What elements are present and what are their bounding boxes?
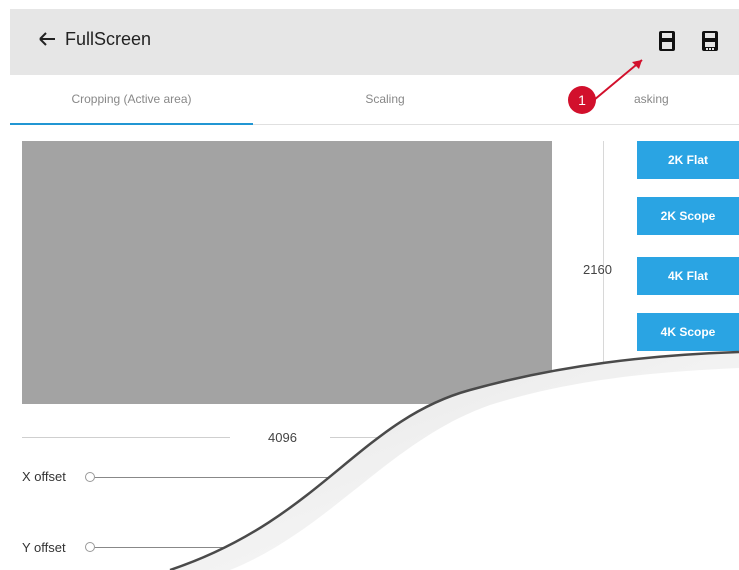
arrow-left-icon[interactable] [37,29,57,49]
callout-marker: 1 [568,86,596,114]
callout-arrow [593,59,643,101]
x-offset-label: X offset [22,469,66,484]
height-value: 2160 [583,262,612,277]
preset-4k-flat-button[interactable]: 4K Flat [637,257,739,295]
x-offset-value: 0 [388,461,396,476]
tab-scaling[interactable]: Scaling [260,75,510,125]
save-as-button[interactable] [701,30,719,52]
y-offset-slider-track[interactable] [95,547,345,548]
preset-4k-scope-button[interactable]: 4K Scope [637,313,739,351]
y-offset-label: Y offset [22,540,66,555]
x-offset-slider-thumb[interactable] [85,472,95,482]
width-dimension-line-left [22,437,230,438]
save-button[interactable] [658,30,676,52]
crop-preview[interactable] [22,141,552,404]
preset-2k-flat-button[interactable]: 2K Flat [637,141,739,179]
x-offset-slider-track[interactable] [95,477,345,478]
tab-cropping[interactable]: Cropping (Active area) [10,75,253,125]
y-offset-slider-thumb[interactable] [85,542,95,552]
width-dimension-line-right [330,437,560,438]
preset-2k-scope-button[interactable]: 2K Scope [637,197,739,235]
page-title: FullScreen [65,29,152,49]
width-value: 4096 [268,430,297,445]
